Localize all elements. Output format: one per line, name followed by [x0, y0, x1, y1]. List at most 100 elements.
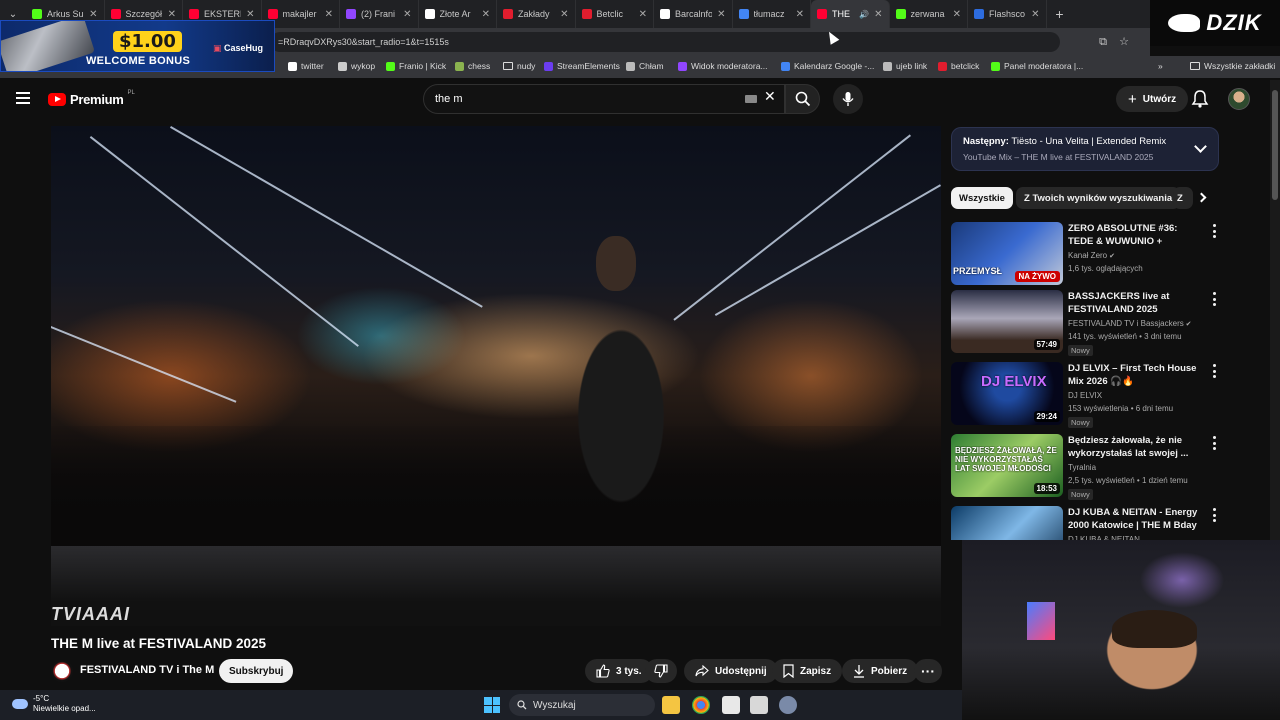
browser-tab[interactable]: Barcalnfo ✕ [654, 0, 733, 28]
channel-name[interactable]: FESTIVALAND TV i The M [80, 664, 214, 676]
browser-tab[interactable]: zerwana ✕ [890, 0, 968, 28]
file-explorer-icon[interactable] [662, 696, 680, 714]
bookmarks-overflow-button[interactable]: » [1158, 61, 1163, 71]
video-thumbnail[interactable]: DJ ELVIX 29:24 [951, 362, 1063, 425]
tab-audio-icon[interactable]: 🔊 [859, 10, 869, 19]
bookmark-item[interactable]: chess [455, 61, 490, 71]
tab-close-icon[interactable]: ✕ [1031, 9, 1039, 20]
scrollbar-thumb[interactable] [1272, 90, 1278, 200]
voice-search-button[interactable] [833, 84, 863, 114]
bookmark-item[interactable]: Franio | Kick [386, 61, 446, 71]
like-button[interactable]: 3 tys. [585, 659, 653, 683]
app-icon[interactable] [722, 696, 740, 714]
chevron-down-icon[interactable] [1194, 140, 1207, 153]
recommendation-item[interactable]: PRZEMYSŁ NA ŻYWO ZERO ABSOLUTNE #36: TEDE … [951, 222, 1221, 286]
chevron-right-icon[interactable] [1196, 192, 1207, 203]
recommendation-title[interactable]: Będziesz żałowała, że nie wykorzystałaś … [1068, 434, 1204, 460]
url-field[interactable]: =RDraqvDXRys30&start_radio=1&t=1515s [270, 32, 1060, 52]
recommendation-item[interactable]: DJ ELVIX 29:24 DJ ELVIX – First Tech House… [951, 362, 1221, 428]
chrome-icon[interactable] [692, 696, 710, 714]
app-icon[interactable] [750, 696, 768, 714]
clear-search-icon[interactable]: ✕ [764, 88, 776, 105]
bookmark-item[interactable]: Kalendarz Google -... [781, 61, 874, 71]
recommendation-title[interactable]: DJ ELVIX – First Tech House Mix 2026 🎧🔥 [1068, 362, 1204, 388]
bookmark-item[interactable]: wykop [338, 61, 375, 71]
video-thumbnail[interactable]: BĘDZIESZ ŻAŁOWAŁA, ŻE NIE WYKORZYSTAŁAŚ … [951, 434, 1063, 497]
recommendation-title[interactable]: DJ KUBA & NEITAN - Energy 2000 Katowice … [1068, 506, 1204, 532]
tab-close-icon[interactable]: ✕ [89, 9, 97, 20]
bookmark-item[interactable]: Widok moderatora... [678, 61, 768, 71]
video-thumbnail[interactable]: PRZEMYSŁ NA ŻYWO [951, 222, 1063, 285]
bookmark-star-icon[interactable]: ☆ [1117, 36, 1131, 48]
settings-gear-icon[interactable] [779, 696, 797, 714]
dislike-button[interactable] [645, 659, 677, 683]
tab-close-icon[interactable]: ✕ [953, 9, 961, 20]
recommendation-item[interactable]: BĘDZIESZ ŻAŁOWAŁA, ŻE NIE WYKORZYSTAŁAŚ … [951, 434, 1221, 500]
video-player[interactable]: TVIAAAI [51, 126, 941, 626]
download-button[interactable]: Pobierz [842, 659, 919, 683]
browser-tab[interactable]: tłumacz ✕ [733, 0, 811, 28]
recommendation-channel[interactable]: FESTIVALAND TV i Bassjackers ✔ [1068, 319, 1192, 328]
tab-close-icon[interactable]: ✕ [717, 9, 725, 20]
browser-tab[interactable]: Betclic ✕ [576, 0, 654, 28]
video-thumbnail[interactable] [951, 506, 1063, 540]
recommendation-channel[interactable]: Kanał Zero ✔ [1068, 251, 1115, 260]
channel-avatar[interactable] [51, 660, 73, 682]
chip-more[interactable]: Z [1173, 187, 1193, 209]
chip-all[interactable]: Wszystkie [951, 187, 1013, 209]
recommendation-channel[interactable]: DJ ELVIX [1068, 391, 1102, 400]
bookmark-item[interactable]: Chłam [626, 61, 664, 71]
browser-tab[interactable]: (2) Frani ✕ [340, 0, 419, 28]
notifications-bell-icon[interactable] [1190, 89, 1210, 109]
menu-icon[interactable] [16, 92, 30, 104]
tab-close-icon[interactable]: ✕ [796, 9, 804, 20]
tab-close-icon[interactable]: ✕ [874, 9, 882, 20]
more-vertical-icon[interactable] [1212, 436, 1216, 450]
tab-close-icon[interactable]: ✕ [403, 9, 411, 20]
browser-tab[interactable]: Zakłady ✕ [497, 0, 576, 28]
new-tab-button[interactable]: + [1047, 6, 1073, 22]
tab-close-icon[interactable]: ✕ [168, 9, 176, 20]
browser-tab[interactable]: THE 🔊 ✕ [811, 0, 890, 28]
more-vertical-icon[interactable] [1212, 292, 1216, 306]
recommendation-title[interactable]: BASSJACKERS live at FESTIVALAND 2025 [1068, 290, 1204, 316]
search-button[interactable] [785, 84, 820, 114]
subscribe-button[interactable]: Subskrybuj [219, 659, 294, 683]
install-app-icon[interactable]: ⧉ [1096, 36, 1110, 48]
bookmark-item[interactable]: betclick [938, 61, 979, 71]
account-avatar[interactable] [1228, 88, 1250, 110]
browser-tab[interactable]: Złote Ar ✕ [419, 0, 497, 28]
tab-close-icon[interactable]: ✕ [482, 9, 490, 20]
tab-close-icon[interactable]: ✕ [325, 9, 333, 20]
more-vertical-icon[interactable] [1212, 224, 1216, 238]
create-button[interactable]: + Utwórz [1116, 86, 1189, 112]
tab-close-icon[interactable]: ✕ [560, 9, 568, 20]
more-vertical-icon[interactable] [1212, 364, 1216, 378]
tab-close-icon[interactable]: ✕ [639, 9, 647, 20]
search-input[interactable]: the m [423, 84, 785, 114]
bookmark-item[interactable]: ujeb link [883, 61, 927, 71]
bookmark-item[interactable]: StreamElements [544, 61, 620, 71]
windows-start-icon[interactable] [484, 697, 500, 713]
more-actions-button[interactable]: ··· [914, 659, 942, 683]
share-button[interactable]: Udostępnij [684, 659, 778, 683]
weather-widget[interactable]: -5°C Niewielkie opad... [12, 694, 96, 714]
up-next-card[interactable]: Następny: Tiësto - Una Velita | Extended… [951, 127, 1219, 171]
more-vertical-icon[interactable] [1212, 508, 1216, 522]
recommendation-channel[interactable]: Tyralnia [1068, 463, 1096, 472]
tab-close-icon[interactable]: ✕ [246, 9, 254, 20]
save-button[interactable]: Zapisz [772, 659, 843, 683]
recommendation-item[interactable]: DJ KUBA & NEITAN - Energy 2000 Katowice … [951, 506, 1221, 540]
bookmark-item[interactable]: twitter [288, 61, 324, 71]
recommendation-title[interactable]: ZERO ABSOLUTNE #36: TEDE & WUWUNIO + PRZ… [1068, 222, 1204, 248]
taskbar-search[interactable]: Wyszukaj [509, 694, 655, 716]
recommendation-item[interactable]: 57:49 BASSJACKERS live at FESTIVALAND 202… [951, 290, 1221, 356]
browser-tab[interactable]: Flashsco ✕ [968, 0, 1047, 28]
video-thumbnail[interactable]: 57:49 [951, 290, 1063, 353]
bookmark-item[interactable]: Panel moderatora |... [991, 61, 1083, 71]
all-bookmarks-button[interactable]: Wszystkie zakładki [1190, 61, 1275, 71]
bookmark-item[interactable]: nudy [503, 61, 535, 71]
chip-from-search[interactable]: Z Twoich wyników wyszukiwania [1016, 187, 1181, 209]
keyboard-icon[interactable] [745, 95, 757, 103]
youtube-logo[interactable]: Premium PL [48, 90, 135, 107]
